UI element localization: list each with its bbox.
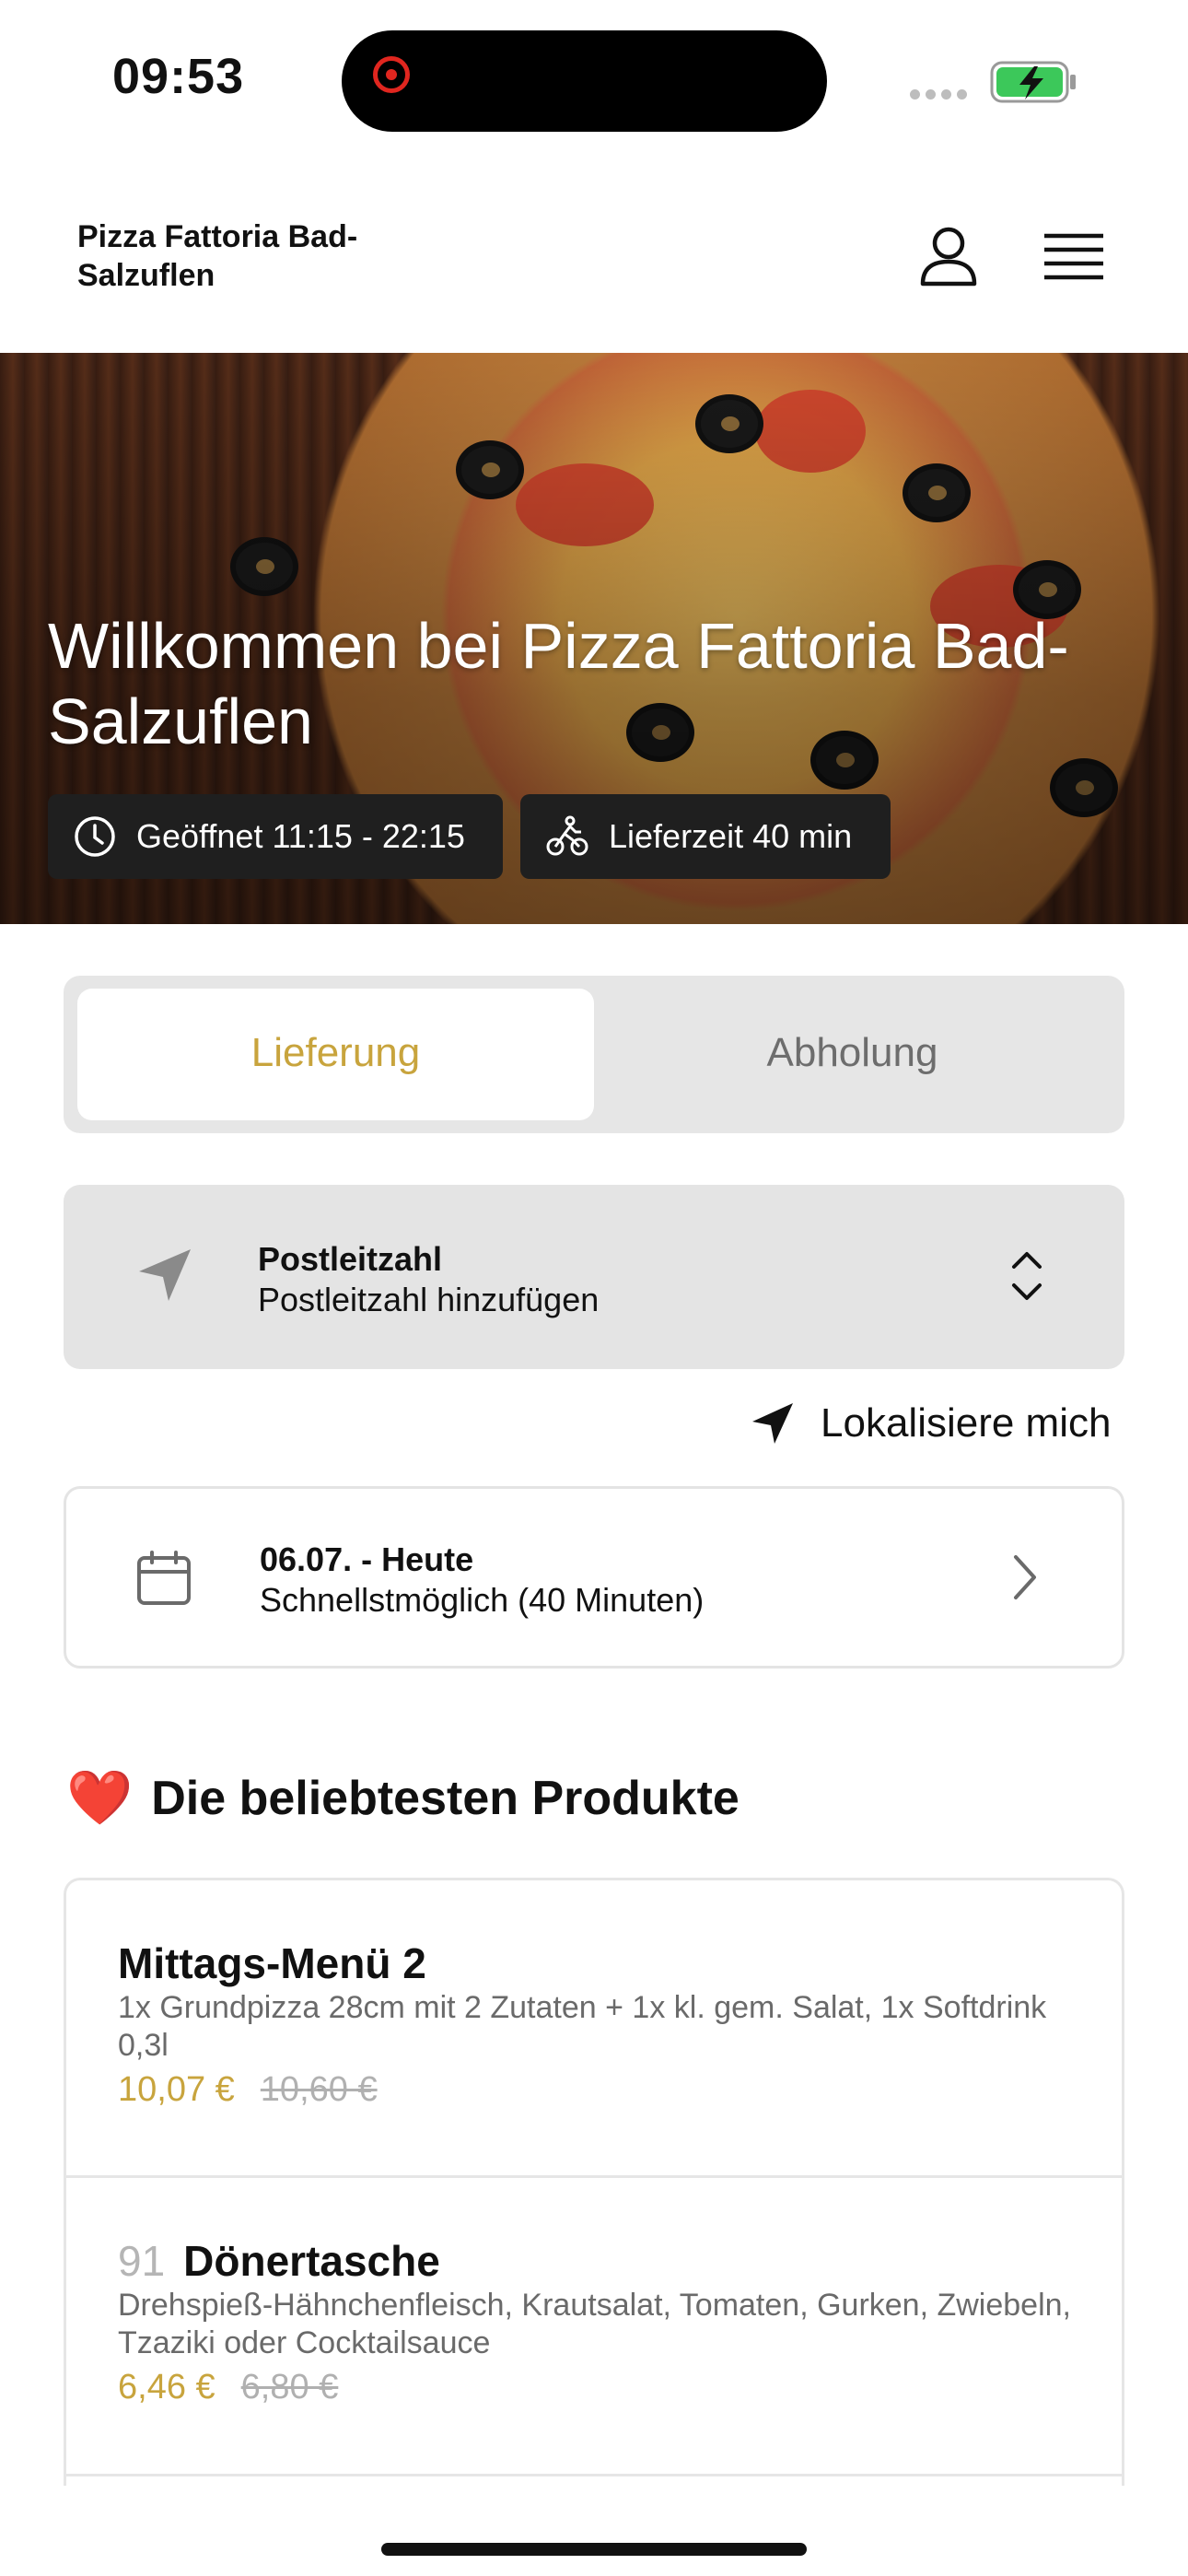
popular-products-heading: ❤️ Die beliebtesten Produkte — [66, 1767, 740, 1830]
postcode-selector[interactable] — [64, 1185, 1124, 1369]
bike-icon — [546, 815, 588, 856]
postcode-input[interactable]: Postleitzahl hinzufügen — [258, 1281, 599, 1319]
tab-lieferung[interactable]: Lieferung — [77, 1030, 594, 1076]
price-original: 6,80 € — [240, 2368, 339, 2406]
price-current: 10,07 € — [118, 2070, 235, 2109]
product-description: Drehspieß-Hähnchenfleisch, Krautsalat, T… — [118, 2288, 1071, 2360]
heart-icon: ❤️ — [66, 1768, 134, 1828]
calendar-icon — [135, 1550, 192, 1611]
product-name[interactable]: 91 Dönertasche — [118, 2236, 440, 2286]
postcode-label: Postleitzahl — [258, 1240, 443, 1278]
divider — [66, 2474, 1122, 2476]
chevron-up-down-icon — [1007, 1248, 1047, 1308]
product-name[interactable]: Mittags-Menü 2 — [118, 1938, 426, 1988]
opening-hours-badge: Geöffnet 11:15 - 22:15 — [48, 794, 503, 879]
product-price: 6,46 € 6,80 € — [118, 2368, 338, 2407]
product-name-text: Mittags-Menü 2 — [118, 1939, 426, 1987]
signal-icon — [910, 88, 973, 104]
home-indicator[interactable] — [381, 2543, 807, 2556]
price-current: 6,46 € — [118, 2368, 215, 2406]
delivery-time-text: Lieferzeit 40 min — [609, 817, 853, 855]
delivery-date: 06.07. - Heute — [260, 1540, 474, 1578]
hero-title: Willkommen bei Pizza Fattoria Bad-Salzuf… — [48, 610, 1069, 757]
screen-recording-icon — [373, 56, 410, 93]
tab-abholung[interactable]: Abholung — [594, 1030, 1111, 1076]
divider — [66, 2175, 1122, 2178]
delivery-time-option: Schnellstmöglich (40 Minuten) — [260, 1581, 705, 1619]
status-time: 09:53 — [112, 49, 245, 104]
delivery-date-selector[interactable] — [64, 1486, 1124, 1669]
popular-products-title: Die beliebtesten Produkte — [151, 1772, 740, 1825]
navigation-arrow-icon — [752, 1403, 793, 1444]
location-arrow-icon — [135, 1246, 194, 1309]
product-description: 1x Grundpizza 28cm mit 2 Zutaten + 1x kl… — [118, 1990, 1047, 2063]
dynamic-island — [342, 30, 827, 132]
product-name-text: Dönertasche — [183, 2237, 440, 2285]
user-icon[interactable] — [917, 225, 980, 294]
clock-icon — [75, 816, 115, 857]
status-bar: 09:53 — [0, 0, 1188, 157]
battery-charging-icon — [990, 61, 1078, 108]
product-price: 10,07 € 10,60 € — [118, 2070, 378, 2110]
opening-hours-text: Geöffnet 11:15 - 22:15 — [136, 817, 465, 855]
chevron-right-icon — [1008, 1551, 1042, 1608]
menu-icon[interactable] — [1042, 230, 1105, 288]
locate-me-label: Lokalisiere mich — [821, 1400, 1112, 1446]
price-original: 10,60 € — [260, 2070, 378, 2109]
delivery-time-badge: Lieferzeit 40 min — [520, 794, 891, 879]
product-number: 91 — [118, 2237, 166, 2285]
locate-me-button[interactable]: Lokalisiere mich — [751, 1400, 1111, 1446]
restaurant-name[interactable]: Pizza Fattoria Bad-Salzuflen — [77, 217, 464, 295]
